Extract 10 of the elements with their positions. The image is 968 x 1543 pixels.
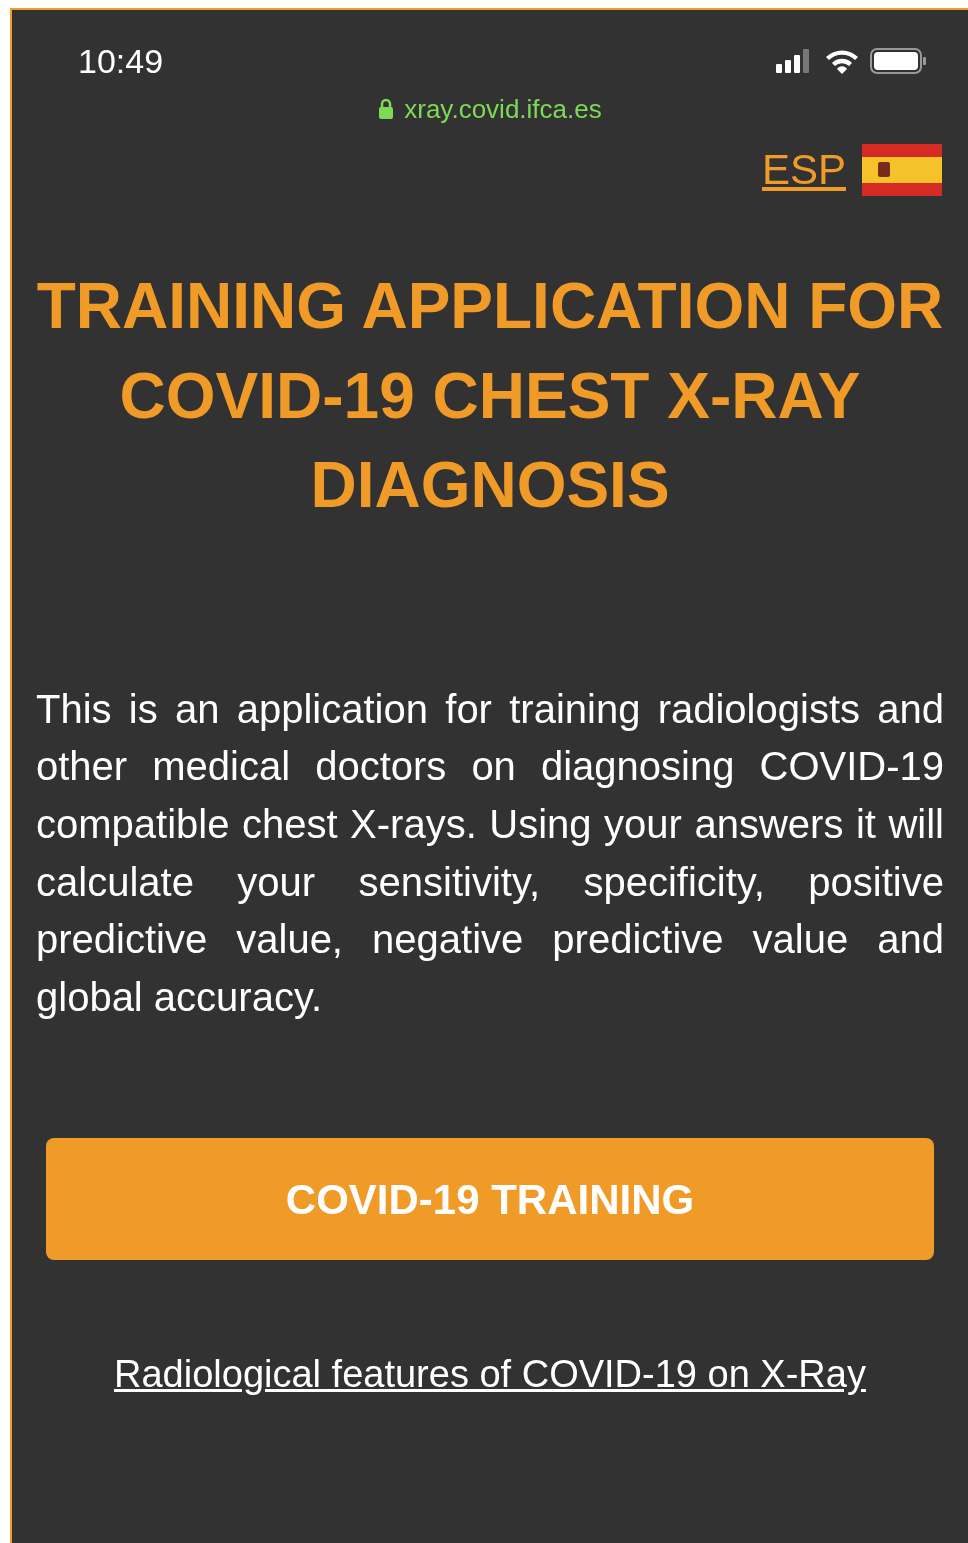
flag-icon — [862, 144, 942, 196]
description: This is an application for training radiologists and other medical doctors on diagnosing COVID-19 compatible chest X-rays. Using your answers it will calculate your sensitivity, specificity, positive predictive value, negative predictive value and global accuracy. — [35, 685, 945, 1021]
language-link[interactable]: ESP — [761, 149, 846, 191]
status-time: 10:49 — [78, 44, 164, 78]
url-text[interactable]: xray.covid.ifca.es — [404, 96, 602, 122]
wifi-icon — [824, 48, 860, 74]
battery-icon — [870, 48, 928, 74]
lock-icon — [378, 98, 395, 120]
page-title: TRAINING APPLICATION FOR COVID-19 CHEST X-RAY DIAGNOSIS — [35, 269, 945, 524]
features-link[interactable]: Radiological features of COVID-19 on X-Ray — [114, 1346, 866, 1404]
